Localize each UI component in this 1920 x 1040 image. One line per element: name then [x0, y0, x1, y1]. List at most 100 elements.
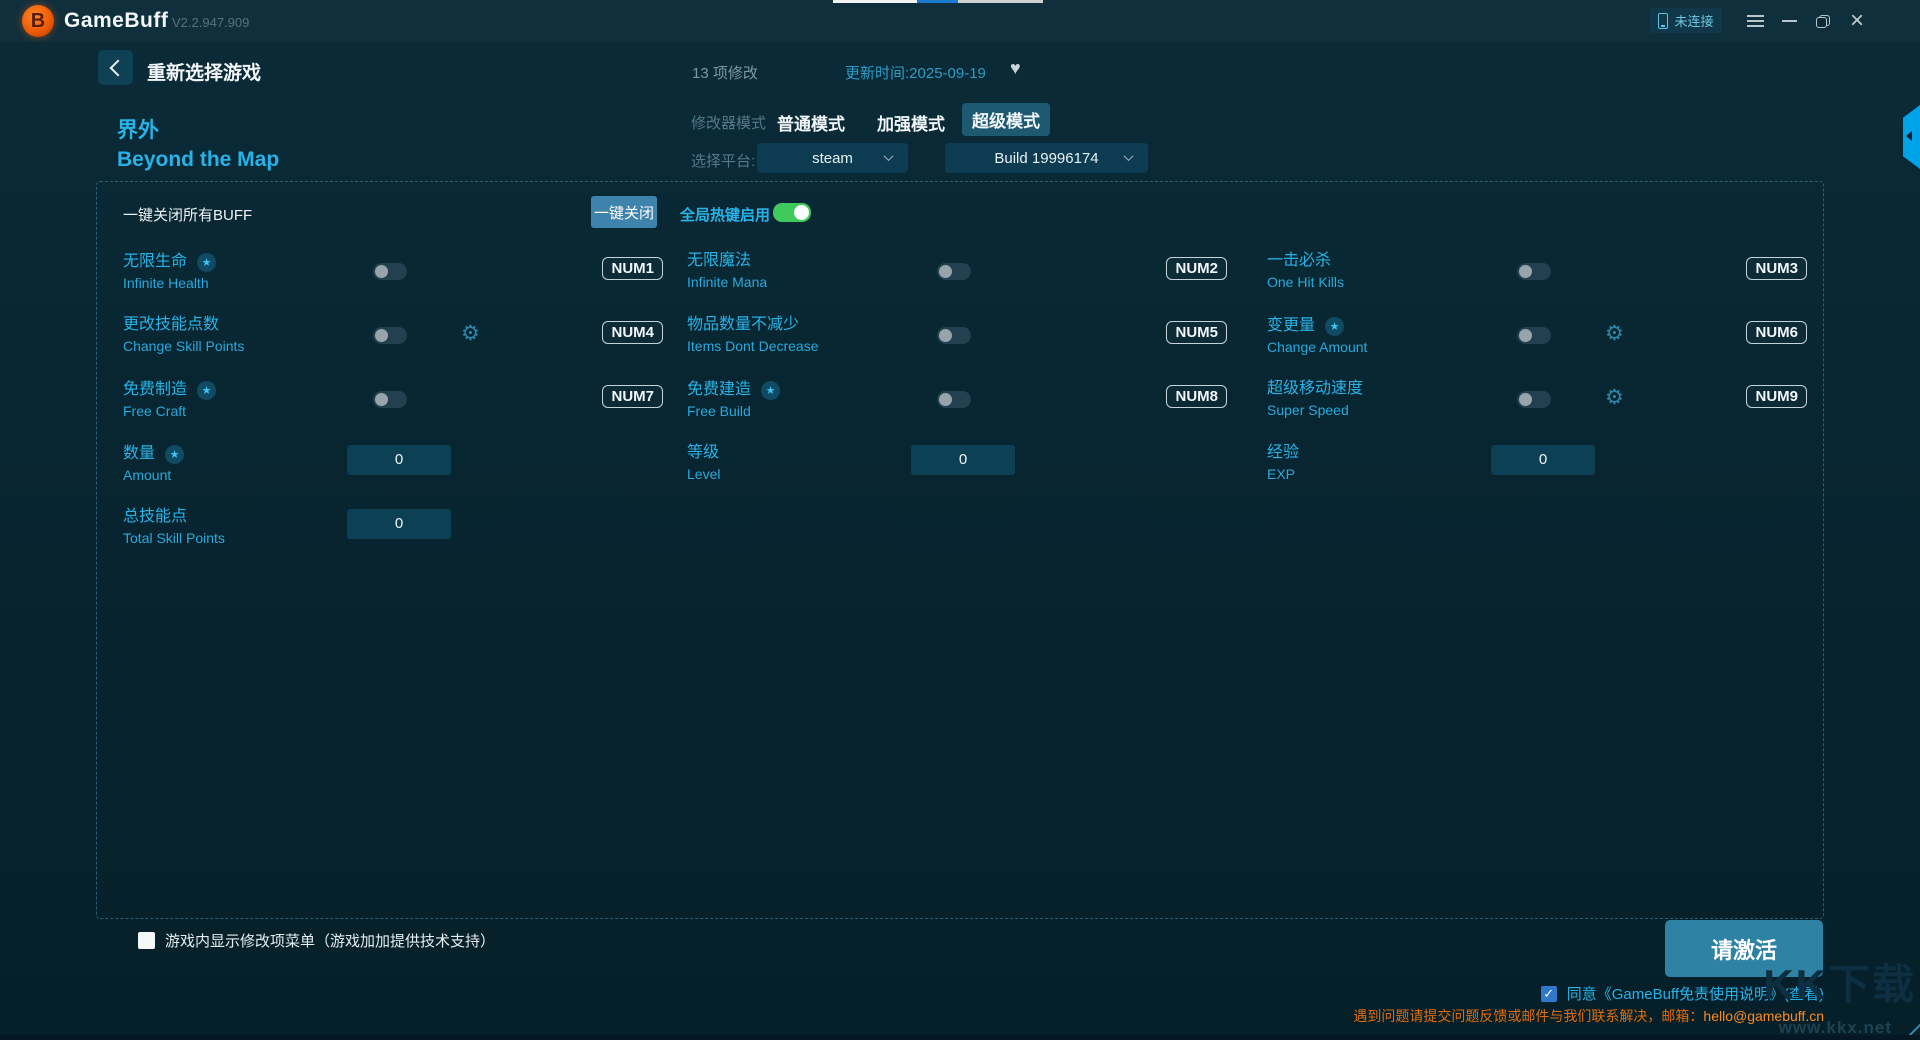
build-dropdown[interactable]: Build 19996174 — [945, 143, 1148, 173]
hotkey-badge: NUM9 — [1746, 385, 1807, 408]
toggle-knob — [1519, 393, 1532, 406]
minimize-button[interactable] — [1777, 10, 1801, 32]
exp-input[interactable]: 0 — [1491, 445, 1595, 475]
gamebuff-window: B GameBuff V2.2.947.909 未连接 × 重新选择游戏 13 … — [0, 0, 1920, 1040]
cheat-name-cn: 无限生命 — [123, 252, 188, 270]
cheat-name-cn: 更改技能点数 — [123, 316, 220, 333]
cheat-toggle[interactable] — [373, 391, 407, 408]
top-strip-blue — [917, 0, 958, 3]
trainer-mode-label: 修改器模式 — [691, 115, 767, 132]
toggle-knob — [375, 329, 388, 342]
platform-dropdown-value: steam — [812, 149, 853, 167]
toggle-knob — [939, 393, 952, 406]
cheat-toggle[interactable] — [937, 391, 971, 408]
cheat-cell-change-skill-points: 更改技能点数 Change Skill Points ⚙ NUM4 — [123, 315, 663, 363]
cheat-cell-change-amount: 变更量 ★ Change Amount ⚙ NUM6 — [1267, 315, 1807, 363]
cheat-cell-super-speed: 超级移动速度 Super Speed ⚙ NUM9 — [1267, 379, 1807, 427]
hotkey-badge: NUM5 — [1166, 321, 1227, 344]
watermark-logo: KK下载 — [1763, 961, 1916, 1008]
cheat-cell-infinite-mana: 无限魔法 Infinite Mana NUM2 — [687, 251, 1227, 299]
toggle-knob — [1519, 265, 1532, 278]
cheat-toggle[interactable] — [1517, 263, 1551, 280]
cheat-name-cn: 一击必杀 — [1267, 252, 1332, 269]
connection-status-button[interactable]: 未连接 — [1650, 8, 1722, 33]
game-name-cn: 界外 — [117, 119, 159, 142]
cheat-cell-items-dont-decrease: 物品数量不减少 Items Dont Decrease NUM5 — [687, 315, 1227, 363]
value-name-cn: 数量 — [123, 444, 156, 462]
level-input[interactable]: 0 — [911, 445, 1015, 475]
hotkey-badge: NUM4 — [602, 321, 663, 344]
game-name-en: Beyond the Map — [117, 148, 280, 171]
gear-icon[interactable]: ⚙ — [1605, 323, 1624, 344]
toggle-knob — [375, 393, 388, 406]
toggle-knob — [939, 329, 952, 342]
maximize-button[interactable] — [1811, 10, 1835, 32]
gamebuff-logo-icon: B — [22, 5, 54, 37]
global-hotkey-toggle[interactable] — [773, 203, 811, 222]
tab-normal-mode[interactable]: 普通模式 — [777, 110, 845, 135]
agree-checkbox[interactable]: ✓ — [1540, 985, 1557, 1002]
favorite-heart-icon[interactable]: ♥ — [1010, 58, 1021, 79]
close-all-button[interactable]: 一键关闭 — [591, 196, 657, 228]
cheat-name-cn: 免费制造 — [123, 380, 188, 398]
star-icon: ★ — [197, 381, 217, 400]
star-icon: ★ — [165, 445, 185, 464]
app-title: GameBuff — [64, 9, 169, 32]
gear-icon[interactable]: ⚙ — [461, 323, 480, 344]
toggle-knob — [794, 205, 809, 220]
amount-input[interactable]: 0 — [347, 445, 451, 475]
value-cell-total-skill-points: 总技能点 Total Skill Points 0 — [123, 507, 663, 555]
cheat-toggle[interactable] — [373, 263, 407, 280]
restore-icon — [1816, 14, 1830, 28]
cheat-toggle[interactable] — [1517, 391, 1551, 408]
hotkey-badge: NUM1 — [602, 257, 663, 280]
hamburger-icon — [1746, 15, 1764, 27]
build-dropdown-value: Build 19996174 — [994, 149, 1099, 167]
value-name-cn: 等级 — [687, 444, 720, 461]
cheat-toggle[interactable] — [937, 327, 971, 344]
cheats-panel: 一键关闭所有BUFF 一键关闭 全局热键启用 无限生命 ★ Infinite He… — [96, 181, 1824, 919]
cheat-toggle[interactable] — [1517, 327, 1551, 344]
back-button[interactable] — [98, 50, 133, 85]
chevron-left-icon — [109, 59, 126, 76]
top-strip-white — [833, 0, 917, 3]
hotkey-badge: NUM6 — [1746, 321, 1807, 344]
chevron-down-icon — [1123, 151, 1134, 162]
cheat-name-cn: 物品数量不减少 — [687, 316, 800, 333]
total-skill-points-input[interactable]: 0 — [347, 509, 451, 539]
platform-label: 选择平台: — [691, 153, 756, 170]
cheat-name-cn: 变更量 — [1267, 316, 1316, 334]
tab-enhanced-mode[interactable]: 加强模式 — [877, 110, 945, 135]
mods-count: 13 项修改 — [692, 65, 758, 82]
support-text: 遇到问题请提交问题反馈或邮件与我们联系解决，邮箱：hello@gamebuff.… — [1353, 1006, 1824, 1026]
page-title: 重新选择游戏 — [147, 63, 262, 84]
cheat-cell-free-build: 免费建造 ★ Free Build NUM8 — [687, 379, 1227, 427]
gear-icon[interactable]: ⚙ — [1605, 387, 1624, 408]
cheat-cell-one-hit-kills: 一击必杀 One Hit Kills NUM3 — [1267, 251, 1807, 299]
ingame-menu-option: 游戏内显示修改项菜单（游戏加加提供技术支持） — [138, 930, 495, 951]
update-time: 更新时间:2025-09-19 — [845, 65, 986, 82]
cheat-toggle[interactable] — [373, 327, 407, 344]
triangle-left-icon — [1906, 131, 1912, 141]
menu-button[interactable] — [1743, 10, 1767, 32]
value-name-cn: 总技能点 — [123, 508, 188, 525]
close-all-buffs-label: 一键关闭所有BUFF — [123, 207, 253, 224]
platform-dropdown[interactable]: steam — [757, 143, 908, 173]
titlebar: B GameBuff V2.2.947.909 未连接 × — [0, 0, 1920, 42]
cheat-toggle[interactable] — [937, 263, 971, 280]
value-cell-level: 等级 Level 0 — [687, 443, 1227, 491]
hotkey-badge: NUM3 — [1746, 257, 1807, 280]
star-icon: ★ — [761, 381, 781, 400]
toggle-knob — [939, 265, 952, 278]
toggle-knob — [375, 265, 388, 278]
side-panel-handle[interactable] — [1903, 105, 1920, 169]
cheat-name-cn: 超级移动速度 — [1267, 380, 1364, 397]
value-cell-amount: 数量 ★ Amount 0 — [123, 443, 663, 491]
ingame-menu-checkbox[interactable] — [138, 932, 155, 949]
close-button[interactable]: × — [1845, 9, 1869, 33]
toggle-knob — [1519, 329, 1532, 342]
minimize-icon — [1781, 20, 1797, 22]
chevron-down-icon — [883, 151, 894, 162]
star-icon: ★ — [197, 253, 217, 272]
tab-super-mode-selected[interactable]: 超级模式 — [962, 103, 1050, 136]
